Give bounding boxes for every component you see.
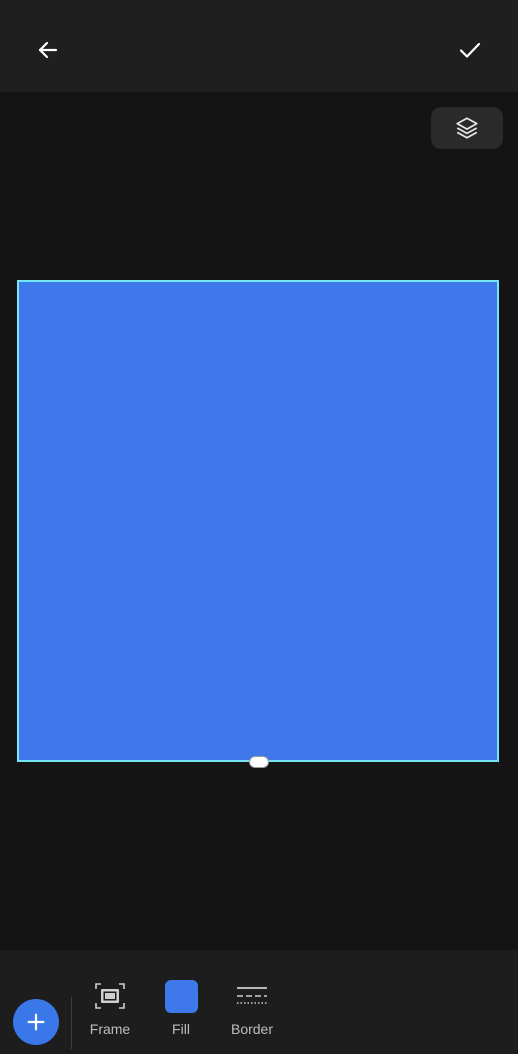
arrow-left-icon	[38, 41, 58, 59]
tool-fill-label: Fill	[172, 1021, 190, 1037]
frame-icon	[93, 979, 127, 1013]
tool-fill[interactable]: Fill	[156, 964, 206, 1044]
plus-icon	[27, 1013, 45, 1031]
checkmark-icon	[459, 42, 481, 58]
selected-shape[interactable]	[17, 280, 499, 768]
confirm-button[interactable]	[448, 28, 492, 72]
toolbar-divider	[71, 997, 72, 1049]
bottom-toolbar: Frame Fill Border	[0, 950, 518, 1054]
resize-handle[interactable]	[249, 756, 269, 768]
canvas-area	[0, 92, 518, 950]
back-button[interactable]	[26, 28, 70, 72]
add-button[interactable]	[13, 999, 59, 1045]
editor-screen: Frame Fill Border	[0, 0, 518, 1054]
fill-swatch-icon	[164, 979, 198, 1013]
tool-frame[interactable]: Frame	[84, 964, 136, 1044]
shape-fill	[19, 282, 497, 760]
border-icon	[235, 979, 269, 1013]
tool-border-label: Border	[230, 1021, 274, 1037]
tool-frame-label: Frame	[89, 1021, 131, 1037]
tool-border[interactable]: Border	[224, 964, 280, 1044]
top-bar	[0, 0, 518, 92]
